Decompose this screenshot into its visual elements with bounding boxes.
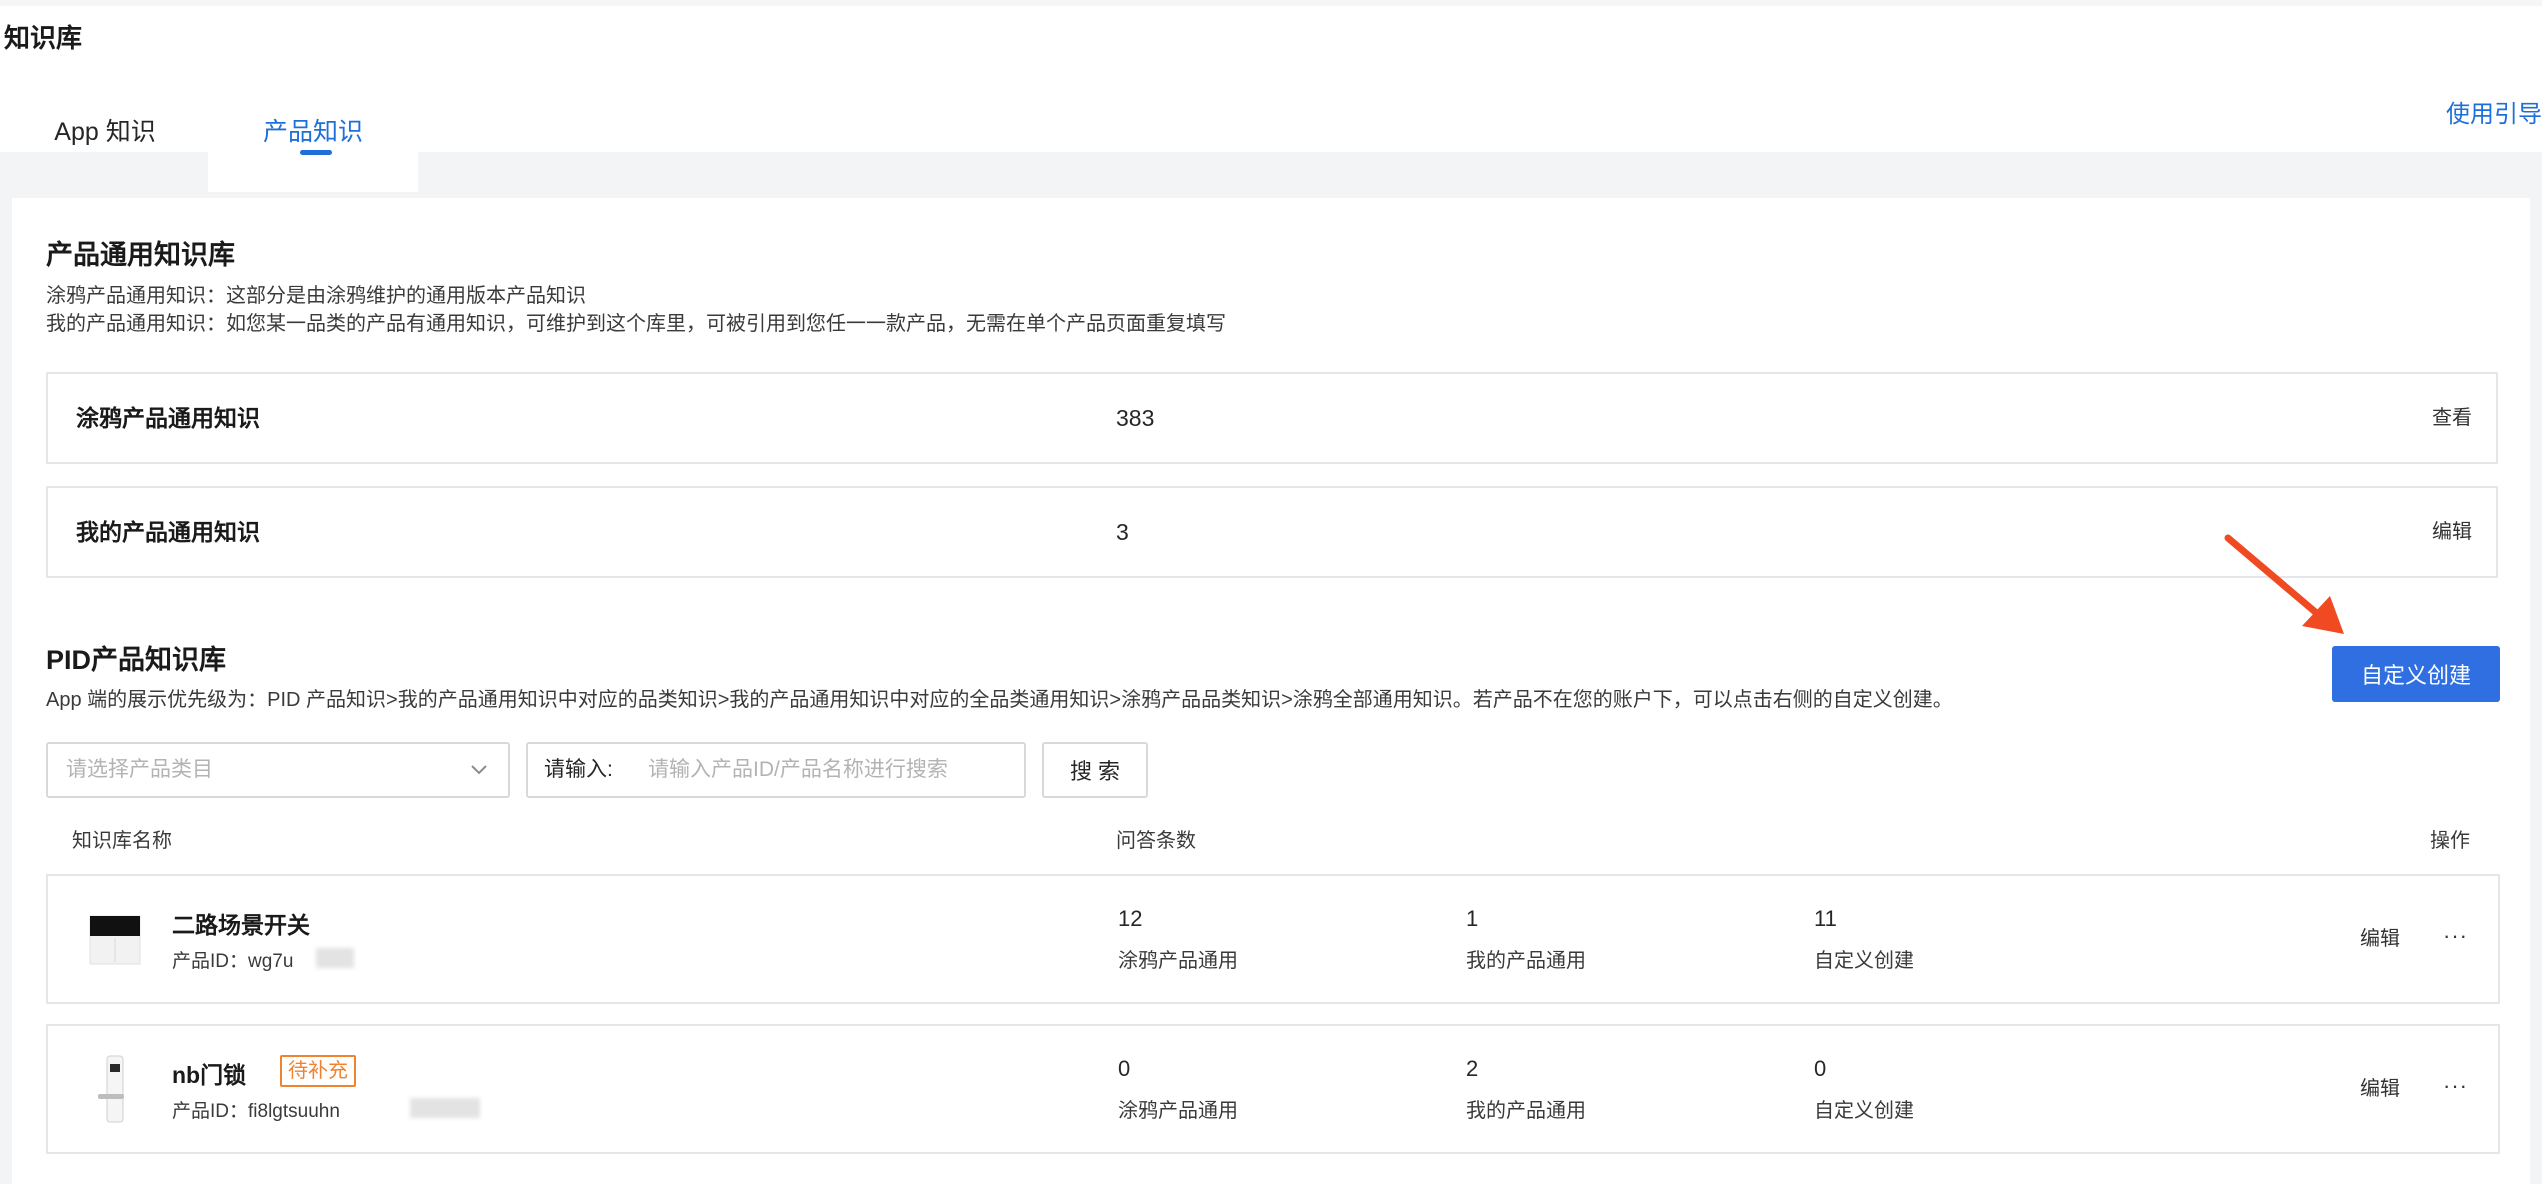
usage-guide-link[interactable]: 使用引导	[2446, 94, 2542, 129]
search-input-group: 请输入:	[526, 742, 1026, 798]
redacted-id-blur	[316, 948, 354, 968]
stat-tuya-count: 0	[1118, 1056, 1131, 1081]
pid-kb-desc: App 端的展示优先级为：PID 产品知识>我的产品通用知识中对应的品类知识>我…	[46, 689, 1953, 711]
header-qa-count: 问答条数	[1116, 830, 1196, 852]
product-row: nb门锁 待补充 产品ID：fi8lgtsuuhn 0 涂鸦产品通用 2 我的产…	[46, 1024, 2500, 1154]
stat-tuya-label: 涂鸦产品通用	[1118, 950, 1238, 972]
general-kb-desc-1: 涂鸦产品通用知识：这部分是由涂鸦维护的通用版本产品知识	[46, 285, 586, 307]
search-button[interactable]: 搜 索	[1042, 742, 1148, 798]
stat-custom-label: 自定义创建	[1814, 950, 1914, 972]
tab-app-knowledge[interactable]: App 知识	[0, 92, 210, 192]
stat-tuya-label: 涂鸦产品通用	[1118, 1100, 1238, 1122]
edit-link[interactable]: 编辑	[2432, 488, 2472, 576]
kb-row-my-general: 我的产品通用知识 3 编辑	[46, 486, 2498, 578]
product-row: 二路场景开关 产品ID：wg7u 12 涂鸦产品通用 1 我的产品通用 11 自…	[46, 874, 2500, 1004]
edit-link[interactable]: 编辑	[2360, 876, 2400, 1002]
product-name: 二路场景开关	[172, 912, 310, 938]
kb-row-count: 383	[1116, 405, 1155, 431]
header-operations: 操作	[2430, 830, 2470, 852]
product-id: 产品ID：fi8lgtsuuhn	[172, 1101, 340, 1122]
stat-my-count: 1	[1466, 906, 1479, 931]
edit-link[interactable]: 编辑	[2360, 1026, 2400, 1152]
category-select-placeholder: 请选择产品类目	[66, 758, 213, 781]
redacted-id-blur	[410, 1098, 480, 1118]
general-kb-desc-2: 我的产品通用知识：如您某一品类的产品有通用知识，可维护到这个库里，可被引用到您任…	[46, 313, 1226, 335]
annotation-arrow-icon	[2224, 534, 2344, 634]
kb-row-count: 3	[1116, 519, 1129, 545]
header-kb-name: 知识库名称	[72, 830, 172, 852]
chevron-down-icon	[471, 765, 487, 775]
product-name: nb门锁	[172, 1062, 247, 1088]
view-link[interactable]: 查看	[2432, 374, 2472, 462]
tab-product-knowledge[interactable]: 产品知识	[208, 92, 418, 192]
active-tab-indicator	[300, 150, 332, 155]
category-select[interactable]: 请选择产品类目	[46, 742, 510, 798]
top-strip	[0, 0, 2542, 6]
general-kb-title: 产品通用知识库	[46, 240, 235, 270]
kb-row-tuya-general: 涂鸦产品通用知识 383 查看	[46, 372, 2498, 464]
stat-my-count: 2	[1466, 1056, 1479, 1081]
kb-row-name: 涂鸦产品通用知识	[76, 405, 260, 431]
search-input-label: 请输入:	[544, 758, 613, 781]
scene-switch-thumbnail-icon	[89, 915, 141, 965]
kb-row-name: 我的产品通用知识	[76, 519, 260, 545]
search-input[interactable]	[648, 750, 1018, 790]
product-id: 产品ID：wg7u	[172, 951, 294, 972]
custom-create-button[interactable]: 自定义创建	[2332, 646, 2500, 702]
pending-badge: 待补充	[280, 1055, 356, 1087]
more-options-icon[interactable]: ···	[2443, 876, 2468, 996]
more-options-icon[interactable]: ···	[2443, 1026, 2468, 1146]
stat-my-label: 我的产品通用	[1466, 1100, 1586, 1122]
stat-custom-count: 0	[1814, 1056, 1827, 1081]
stat-tuya-count: 12	[1118, 906, 1143, 931]
stat-my-label: 我的产品通用	[1466, 950, 1586, 972]
page-title: 知识库	[4, 23, 83, 53]
door-lock-thumbnail-icon	[98, 1055, 124, 1123]
stat-custom-count: 11	[1814, 906, 1837, 931]
pid-kb-title: PID产品知识库	[46, 645, 227, 675]
stat-custom-label: 自定义创建	[1814, 1100, 1914, 1122]
